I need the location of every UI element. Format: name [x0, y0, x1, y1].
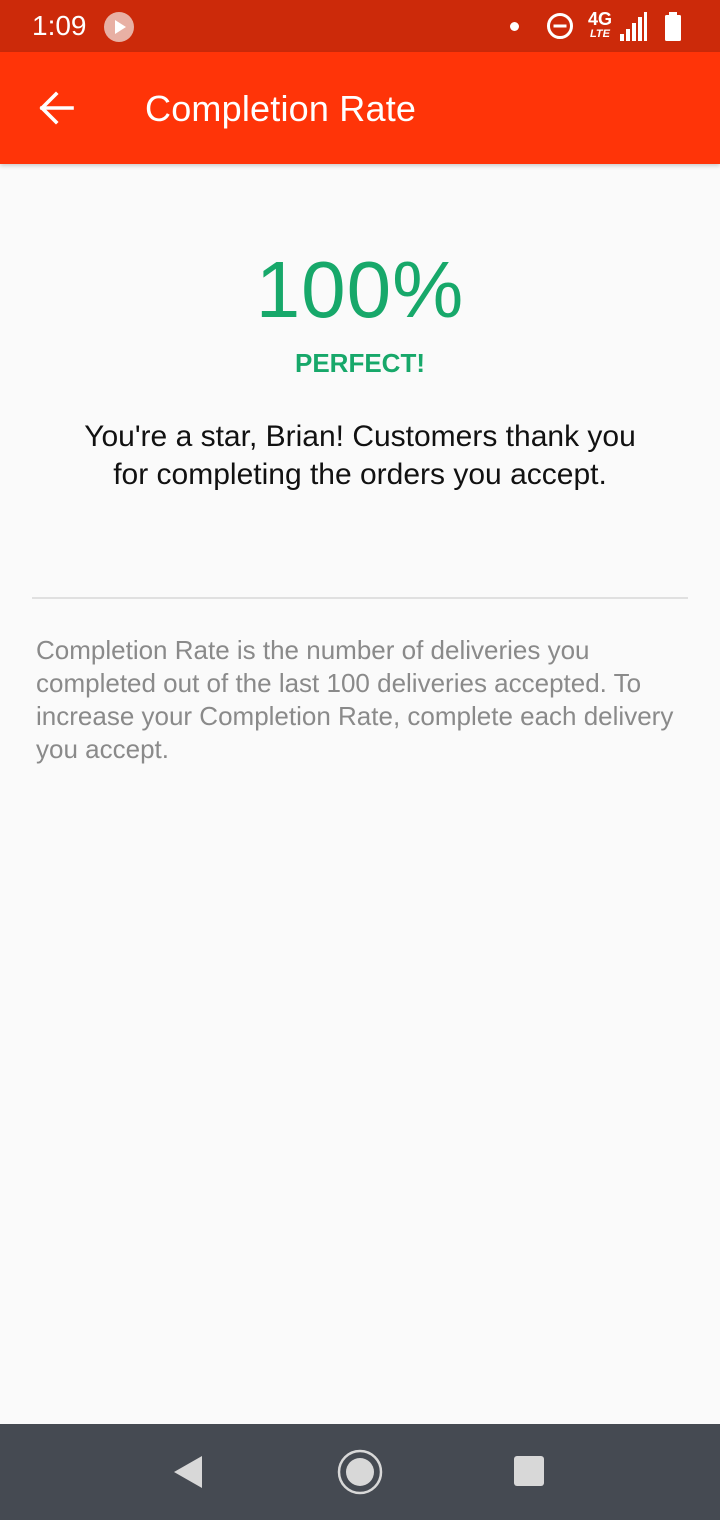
- notification-dot-icon: [510, 22, 519, 31]
- nav-recents-button[interactable]: [512, 1454, 548, 1490]
- navigation-bar: [0, 1424, 720, 1520]
- back-button[interactable]: [20, 72, 92, 144]
- completion-rate-content: 100% PERFECT! You're a star, Brian! Cust…: [0, 164, 720, 1424]
- network-subtype-label: LTE: [590, 28, 610, 40]
- circle-home-icon: [337, 1449, 383, 1495]
- explanation-text: Completion Rate is the number of deliver…: [36, 635, 674, 764]
- nav-home-button[interactable]: [336, 1448, 384, 1496]
- status-time: 1:09: [32, 10, 87, 41]
- app-bar: Completion Rate: [0, 52, 720, 164]
- status-bar: 1:09 4G LTE: [0, 0, 720, 52]
- battery-icon: [664, 12, 682, 47]
- triangle-back-icon: [174, 1456, 202, 1488]
- network-type-label: 4G: [587, 9, 612, 29]
- signal-strength-icon: [618, 12, 648, 47]
- status-icons: 4G LTE: [480, 0, 720, 52]
- page-title: Completion Rate: [145, 88, 417, 129]
- arrow-left-icon: [39, 91, 74, 125]
- nav-back-button[interactable]: [168, 1452, 208, 1492]
- rating-label: PERFECT!: [295, 348, 425, 378]
- square-recents-icon: [514, 1456, 544, 1486]
- congratulation-message: You're a star, Brian! Customers thank yo…: [84, 420, 636, 491]
- play-store-notification-icon: [104, 12, 134, 42]
- completion-rate-value: 100%: [255, 245, 465, 334]
- divider: [32, 597, 688, 599]
- do-not-disturb-icon: [546, 12, 574, 45]
